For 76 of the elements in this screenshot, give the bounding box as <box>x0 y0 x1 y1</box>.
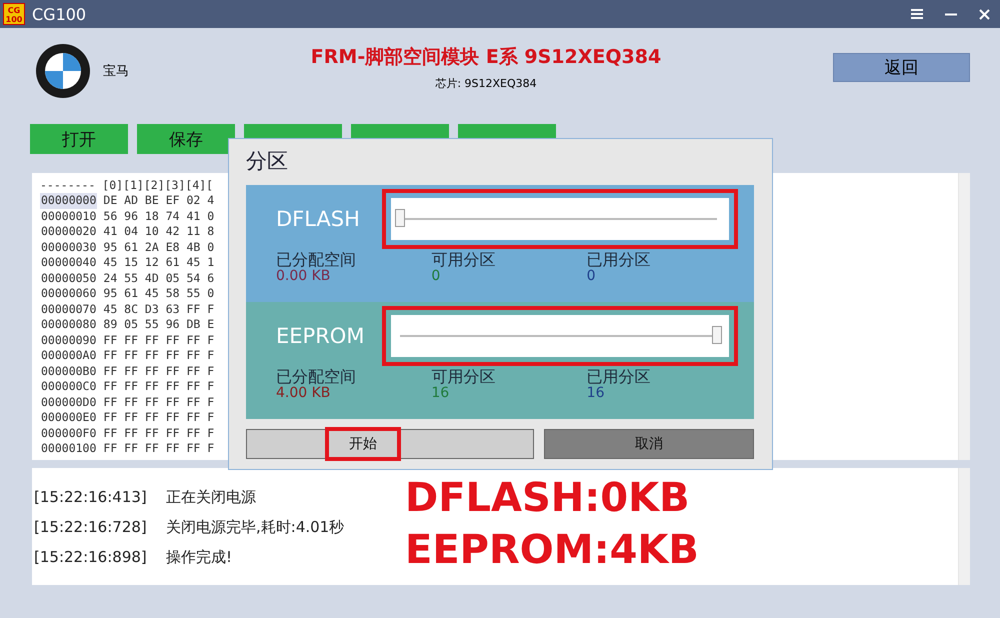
hex-address[interactable]: 00000040 <box>40 255 98 270</box>
hex-bytes: 45 8C D3 63 FF F <box>103 302 214 317</box>
close-icon[interactable] <box>979 8 990 20</box>
stat-value: 16 <box>431 385 450 402</box>
hex-address[interactable]: 00000020 <box>40 224 98 240</box>
stat-label: 可用分区 <box>431 368 496 385</box>
hex-bytes: FF FF FF FF FF F <box>103 410 214 426</box>
brand-name: 宝马 <box>103 62 129 80</box>
hex-bytes: FF FF FF FF FF F <box>103 379 214 394</box>
hex-address[interactable]: 000000C0 <box>40 379 98 394</box>
log-message: 关闭电源完毕,耗时:4.01秒 <box>166 517 344 538</box>
log-time: [15:22:16:898] <box>33 547 148 568</box>
stat-value: 0 <box>431 268 442 285</box>
hex-address[interactable]: 00000000 <box>40 193 98 208</box>
section-label: EEPROM <box>276 324 366 348</box>
hex-bytes: 45 15 12 61 45 1 <box>103 255 214 270</box>
stat-value: 0 <box>586 268 597 285</box>
toolbar-button[interactable]: 保存 <box>137 124 235 154</box>
hex-bytes: 41 04 10 42 11 8 <box>103 224 214 240</box>
stat-label: 已分配空间 <box>276 251 357 268</box>
stat-label: 已分配空间 <box>276 368 357 385</box>
dialog-button[interactable]: 取消 <box>612 427 686 461</box>
hex-bytes: 56 96 18 74 41 0 <box>103 208 214 224</box>
hex-bytes: FF FF FF FF FF F <box>103 426 214 441</box>
hex-bytes: 95 61 2A E8 4B 0 <box>103 240 214 255</box>
scrollbar[interactable] <box>958 173 970 460</box>
stat-label: 已用分区 <box>586 368 652 385</box>
hex-address[interactable]: 000000F0 <box>40 426 98 441</box>
hex-address[interactable]: 00000090 <box>40 332 98 348</box>
brand-emblem-icon <box>35 42 91 98</box>
slider[interactable] <box>391 198 729 240</box>
hex-bytes: 95 61 45 58 55 0 <box>103 286 214 302</box>
log-time: [15:22:16:728] <box>33 517 148 538</box>
hex-address[interactable]: 00000100 <box>40 441 98 456</box>
hex-bytes: 24 55 4D 05 54 6 <box>103 270 214 286</box>
hex-address[interactable]: 00000070 <box>40 302 98 317</box>
log-time: [15:22:16:413] <box>33 487 148 508</box>
minimize-icon[interactable] <box>945 12 957 16</box>
module-title: FRM-脚部空间模块 E系 9S12XEQ384 <box>310 44 662 70</box>
hex-address[interactable]: 000000B0 <box>40 364 98 379</box>
annotation-text: EEPROM:4KB <box>405 526 699 575</box>
app-logo: CG 100 <box>3 3 25 25</box>
menu-icon[interactable] <box>911 9 923 19</box>
log-message: 正在关闭电源 <box>166 487 256 508</box>
hex-address[interactable]: 000000D0 <box>40 394 98 410</box>
hex-address[interactable]: 00000050 <box>40 270 98 286</box>
hex-bytes: FF FF FF FF FF F <box>103 332 214 348</box>
hex-bytes: FF FF FF FF FF F <box>103 441 214 456</box>
hex-bytes: DE AD BE EF 02 4 <box>103 193 214 208</box>
hex-bytes: 89 05 55 96 DB E <box>103 317 214 332</box>
section-label: DFLASH <box>276 207 361 231</box>
highlighted-button[interactable]: 开始 <box>325 427 401 461</box>
hex-bytes: FF FF FF FF FF F <box>103 348 214 364</box>
back-button[interactable]: 返回 <box>833 52 970 82</box>
dialog-title: 分区 <box>246 148 289 175</box>
hex-address[interactable]: 00000010 <box>40 208 98 224</box>
hex-bytes: FF FF FF FF FF F <box>103 394 214 410</box>
window-title: CG100 <box>32 4 86 24</box>
stat-label: 可用分区 <box>431 251 496 268</box>
toolbar-button[interactable]: 打开 <box>30 124 128 154</box>
annotation-text: DFLASH:0KB <box>405 474 691 523</box>
scrollbar[interactable] <box>958 468 970 585</box>
stat-value: 16 <box>586 385 606 402</box>
log-message: 操作完成! <box>166 547 232 568</box>
stat-value: 0.00 KB <box>276 268 332 285</box>
slider[interactable] <box>391 315 729 357</box>
hex-address[interactable]: 00000030 <box>40 240 98 255</box>
chip-label: 芯片: 9S12XEQ384 <box>434 76 538 90</box>
hex-address[interactable]: 000000E0 <box>40 410 98 426</box>
hex-address[interactable]: 00000080 <box>40 317 98 332</box>
stat-value: 4.00 KB <box>276 385 332 402</box>
hex-address[interactable]: 00000060 <box>40 286 98 302</box>
hex-bytes: FF FF FF FF FF F <box>103 364 214 379</box>
stat-label: 已用分区 <box>586 251 652 268</box>
hex-header: -------- [0][1][2][3][4][ <box>40 178 214 193</box>
hex-address[interactable]: 000000A0 <box>40 348 98 364</box>
